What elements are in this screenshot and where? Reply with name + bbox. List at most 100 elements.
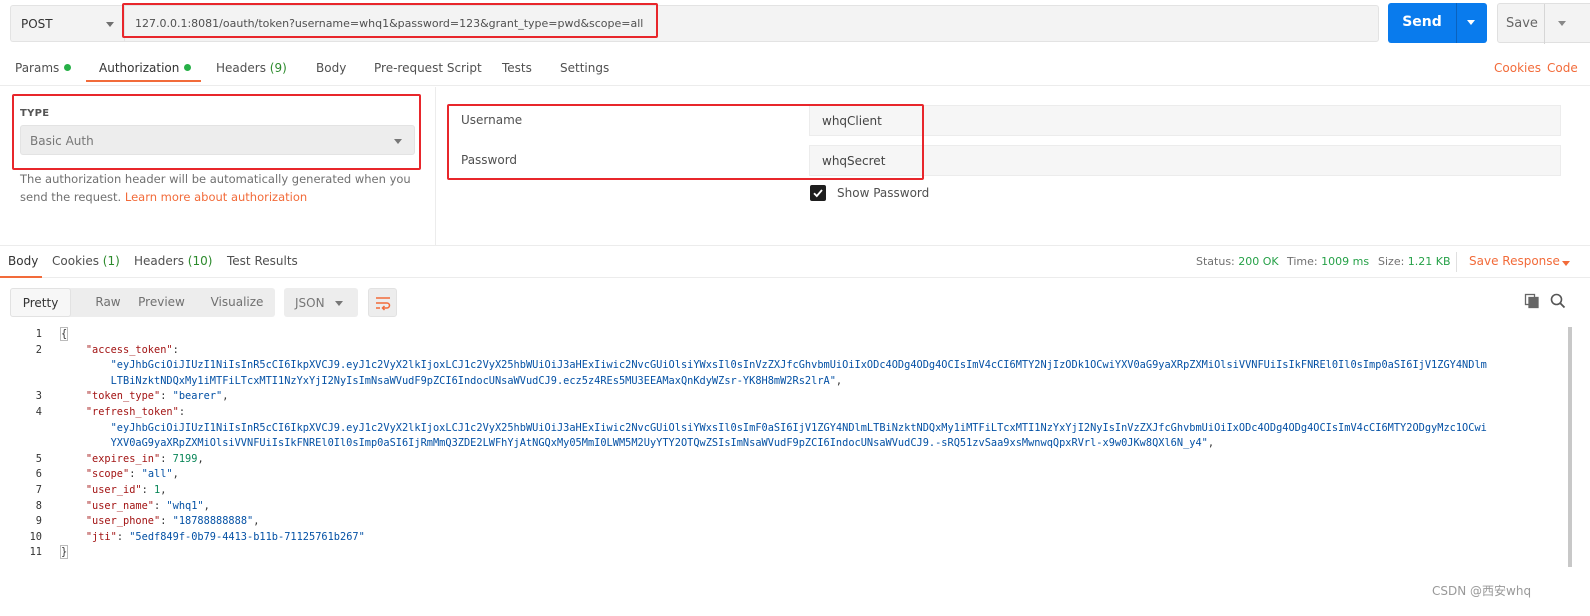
tab-response-body[interactable]: Body bbox=[8, 254, 38, 268]
code-line: YXV0aG9yaXRpZXMiOlsiVVNFUiIsIkFNREl0Il0s… bbox=[61, 437, 1558, 449]
tab-body[interactable]: Body bbox=[316, 61, 346, 75]
username-value: whqClient bbox=[822, 114, 882, 128]
chevron-down-icon bbox=[394, 139, 402, 144]
code-line: "access_token": bbox=[61, 344, 1558, 356]
json-key: "user_name" bbox=[85, 499, 155, 512]
code-line: { bbox=[59, 327, 1558, 341]
format-select[interactable]: JSON bbox=[284, 288, 358, 317]
json-punctuation: : bbox=[116, 530, 130, 543]
json-punctuation: , bbox=[197, 452, 204, 465]
line-number: 6 bbox=[35, 468, 42, 481]
tab-label: Params bbox=[15, 61, 60, 75]
json-punctuation bbox=[61, 375, 111, 387]
line-number: 8 bbox=[35, 499, 42, 512]
method-select[interactable]: POST bbox=[10, 5, 124, 42]
save-button[interactable]: Save bbox=[1497, 3, 1590, 44]
tab-count: (9) bbox=[269, 61, 287, 75]
chevron-down-icon[interactable] bbox=[1558, 21, 1566, 26]
password-value: whqSecret bbox=[822, 154, 886, 168]
tab-label: Authorization bbox=[99, 61, 180, 75]
tab-test-results[interactable]: Test Results bbox=[227, 254, 298, 268]
save-response-button[interactable]: Save Response bbox=[1469, 254, 1560, 268]
learn-more-link[interactable]: Learn more about authorization bbox=[125, 190, 307, 204]
code-line: "jti": "5edf849f-0b79-4413-b11b-71125761… bbox=[61, 531, 1558, 543]
status-label: Status: bbox=[1196, 255, 1235, 268]
json-punctuation: : bbox=[141, 484, 155, 496]
tab-response-headers[interactable]: Headers (10) bbox=[134, 254, 212, 268]
size-readout: Size: 1.21 KB bbox=[1378, 255, 1451, 268]
json-punctuation: : bbox=[154, 499, 167, 512]
json-punctuation bbox=[61, 500, 86, 512]
save-label: Save bbox=[1506, 16, 1538, 31]
cookies-link[interactable]: Cookies bbox=[1494, 61, 1541, 75]
status-readout: Status: 200 OK bbox=[1196, 255, 1279, 268]
url-input[interactable]: 127.0.0.1:8081/oauth/token?username=whq1… bbox=[124, 5, 1379, 42]
auth-fields-panel: Username whqClient Password whqSecret Sh… bbox=[437, 87, 1590, 245]
copy-icon[interactable] bbox=[1524, 293, 1540, 309]
tab-settings[interactable]: Settings bbox=[560, 61, 609, 75]
json-punctuation: , bbox=[253, 515, 260, 528]
tab-pre-request-script[interactable]: Pre-request Script bbox=[374, 61, 482, 75]
chevron-down-icon[interactable] bbox=[1467, 20, 1475, 25]
json-string: "bearer" bbox=[172, 390, 223, 403]
send-divider bbox=[1456, 3, 1457, 43]
tab-tests[interactable]: Tests bbox=[502, 61, 532, 75]
auth-type-select[interactable]: Basic Auth bbox=[20, 125, 415, 155]
code-link[interactable]: Code bbox=[1547, 61, 1578, 75]
json-string: "eyJhbGciOiJIUzI1NiIsInR5cCI6IkpXVCJ9.ey… bbox=[110, 359, 1487, 372]
code-line: "token_type": "bearer", bbox=[61, 390, 1558, 402]
time-label: Time: bbox=[1287, 255, 1318, 268]
json-punctuation: : bbox=[160, 390, 173, 403]
tab-params[interactable]: Params bbox=[15, 61, 72, 75]
active-tab-indicator bbox=[86, 80, 201, 82]
tab-headers[interactable]: Headers (9) bbox=[216, 61, 287, 75]
json-punctuation bbox=[61, 453, 86, 465]
watermark: CSDN @西安whq bbox=[1432, 584, 1532, 598]
json-key: "user_id" bbox=[85, 484, 142, 496]
send-button[interactable]: Send bbox=[1388, 3, 1487, 43]
search-icon[interactable] bbox=[1550, 293, 1566, 309]
json-punctuation bbox=[61, 359, 111, 371]
json-punctuation: : bbox=[160, 515, 173, 528]
code-line: LTBiNzktNDQxMy1iMTFiLTcxMTI1NzYxYjI2NyIs… bbox=[61, 375, 1558, 387]
json-punctuation bbox=[61, 515, 86, 527]
username-row: Username whqClient bbox=[449, 105, 1561, 136]
json-punctuation: : bbox=[160, 452, 173, 465]
code-line: "eyJhbGciOiJIUzI1NiIsInR5cCI6IkpXVCJ9.ey… bbox=[61, 359, 1558, 371]
line-number: 5 bbox=[35, 452, 42, 465]
tab-authorization[interactable]: Authorization bbox=[99, 61, 192, 75]
tab-count: (1) bbox=[102, 254, 120, 268]
json-string: "5edf849f-0b79-4413-b11b-71125761b267" bbox=[129, 530, 365, 543]
tab-label: Headers bbox=[134, 254, 188, 268]
request-tabs: Params Authorization Headers (9) Body Pr… bbox=[0, 52, 1590, 86]
code-line: } bbox=[59, 545, 1558, 560]
json-punctuation: , bbox=[160, 484, 167, 496]
json-punctuation: } bbox=[59, 545, 69, 560]
show-password-label[interactable]: Show Password bbox=[837, 186, 929, 200]
show-password-checkbox[interactable] bbox=[810, 185, 826, 201]
json-string: "eyJhbGciOiJIUzI1NiIsInR5cCI6IkpXVCJ9.ey… bbox=[110, 421, 1487, 434]
request-bar: POST 127.0.0.1:8081/oauth/token?username… bbox=[0, 0, 1590, 52]
json-key: "access_token" bbox=[85, 343, 173, 356]
tab-response-cookies[interactable]: Cookies (1) bbox=[52, 254, 120, 268]
json-key: "expires_in" bbox=[85, 452, 161, 465]
view-pretty-button[interactable]: Pretty bbox=[10, 288, 71, 317]
view-visualize-button[interactable]: Visualize bbox=[205, 288, 269, 317]
username-input[interactable]: whqClient bbox=[809, 105, 1561, 136]
line-number: 10 bbox=[29, 530, 42, 543]
editor-scrollbar[interactable] bbox=[1568, 327, 1572, 567]
wrap-lines-button[interactable] bbox=[368, 288, 397, 317]
auth-help-text: The authorization header will be automat… bbox=[20, 170, 415, 206]
line-number: 9 bbox=[35, 515, 42, 528]
view-raw-button[interactable]: Raw bbox=[80, 288, 136, 317]
line-number: 3 bbox=[35, 390, 42, 403]
response-body-editor[interactable]: 1 {2 "access_token": "eyJhbGciOiJIUzI1NiI… bbox=[0, 327, 1568, 607]
username-label: Username bbox=[461, 113, 523, 127]
json-punctuation: { bbox=[59, 327, 69, 341]
save-divider bbox=[1544, 4, 1545, 44]
chevron-down-icon[interactable] bbox=[1562, 261, 1570, 266]
password-input[interactable]: whqSecret bbox=[809, 145, 1561, 176]
view-preview-button[interactable]: Preview bbox=[135, 288, 188, 317]
chevron-down-icon bbox=[335, 301, 343, 306]
json-string: "whq1" bbox=[166, 499, 204, 512]
